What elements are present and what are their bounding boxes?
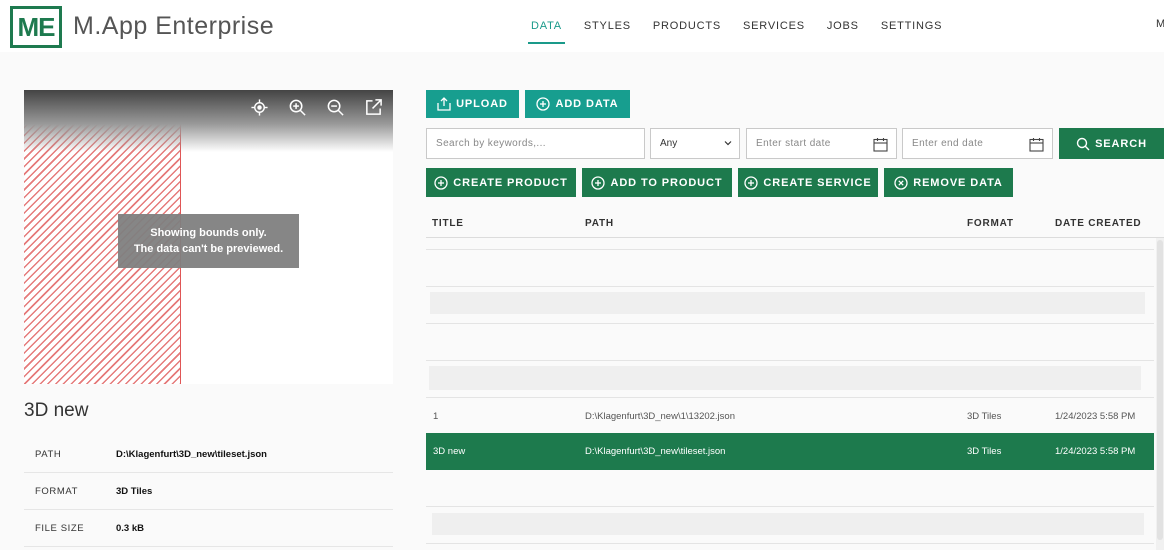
table-row[interactable] [426, 361, 1154, 398]
chevron-down-icon [724, 141, 732, 146]
app-window: ME M.App Enterprise DATA STYLES PRODUCTS… [0, 0, 1164, 550]
map-tools [250, 98, 383, 117]
create-product-button[interactable]: CREATE PRODUCT [426, 168, 576, 197]
user-menu[interactable]: M [1156, 18, 1164, 30]
detail-title: 3D new [24, 400, 89, 421]
cell-path: D:\Klagenfurt\3D_new\1\13202.json [585, 411, 735, 422]
loading-placeholder [432, 513, 1144, 535]
create-product-label: CREATE PRODUCT [453, 176, 568, 189]
cell-format: 3D Tiles [967, 411, 1002, 422]
search-label: SEARCH [1095, 137, 1147, 150]
detail-row-path: PATH D:\Klagenfurt\3D_new\tileset.json [24, 436, 393, 473]
detail-table: PATH D:\Klagenfurt\3D_new\tileset.json F… [24, 436, 393, 547]
end-date-field [902, 128, 1053, 159]
detail-key: FILE SIZE [35, 522, 85, 534]
column-date-created[interactable]: DATE CREATED [1055, 218, 1141, 229]
upload-label: UPLOAD [456, 98, 508, 110]
detail-row-format: FORMAT 3D Tiles [24, 473, 393, 510]
search-input[interactable] [436, 138, 644, 149]
calendar-icon[interactable] [1029, 137, 1044, 152]
logo: ME [10, 6, 62, 48]
nav-services[interactable]: SERVICES [732, 0, 816, 52]
table-row-selected[interactable]: 3D new D:\Klagenfurt\3D_new\tileset.json… [426, 433, 1154, 470]
plus-circle-icon [536, 97, 551, 111]
add-data-label: ADD DATA [555, 98, 619, 110]
loading-placeholder [430, 292, 1145, 314]
preview-message-line2: The data can't be previewed. [133, 243, 284, 255]
cell-date: 1/24/2023 5:58 PM [1055, 411, 1136, 422]
cell-format: 3D Tiles [967, 446, 1002, 457]
remove-data-label: REMOVE DATA [913, 176, 1003, 189]
table-row[interactable] [426, 238, 1154, 250]
column-format[interactable]: FORMAT [967, 218, 1014, 229]
search-button[interactable]: SEARCH [1059, 128, 1164, 159]
table-header: TITLE PATH FORMAT DATE CREATED [426, 210, 1164, 238]
app-name: M.App Enterprise [73, 12, 275, 40]
add-data-button[interactable]: ADD DATA [525, 90, 630, 118]
table-scrollbar-thumb[interactable] [1157, 240, 1163, 540]
cell-date: 1/24/2023 5:58 PM [1055, 446, 1136, 457]
zoom-in-icon[interactable] [288, 98, 307, 117]
create-service-label: CREATE SERVICE [763, 176, 872, 189]
top-header: ME M.App Enterprise DATA STYLES PRODUCTS… [0, 0, 1164, 52]
search-icon [1076, 137, 1090, 150]
detail-value: 3D Tiles [116, 485, 153, 497]
detail-key: PATH [35, 448, 62, 460]
table-row[interactable] [426, 287, 1154, 324]
add-to-product-button[interactable]: ADD TO PRODUCT [582, 168, 732, 197]
nav-settings[interactable]: SETTINGS [870, 0, 953, 52]
detail-value: 0.3 kB [116, 522, 144, 534]
type-select-value: Any [660, 138, 678, 149]
zoom-out-icon[interactable] [326, 98, 345, 117]
column-title[interactable]: TITLE [432, 218, 464, 229]
start-date-field [746, 128, 897, 159]
upload-button[interactable]: UPLOAD [426, 90, 519, 118]
table-row[interactable] [426, 324, 1154, 361]
detail-value: D:\Klagenfurt\3D_new\tileset.json [116, 448, 267, 460]
table-row[interactable] [426, 507, 1154, 544]
cell-title: 1 [433, 411, 439, 422]
open-external-icon[interactable] [364, 98, 383, 117]
create-service-button[interactable]: CREATE SERVICE [738, 168, 878, 197]
detail-row-file-size: FILE SIZE 0.3 kB [24, 510, 393, 547]
column-path[interactable]: PATH [585, 218, 614, 229]
search-field [426, 128, 645, 159]
table-row[interactable]: 1 D:\Klagenfurt\3D_new\1\13202.json 3D T… [426, 398, 1154, 435]
remove-circle-icon [894, 175, 908, 190]
nav-styles[interactable]: STYLES [573, 0, 642, 52]
cell-title: 3D new [433, 446, 466, 457]
locate-icon[interactable] [250, 98, 269, 117]
table-row[interactable] [426, 250, 1154, 287]
map-preview[interactable]: Showing bounds only. The data can't be p… [24, 90, 393, 384]
nav-jobs[interactable]: JOBS [816, 0, 870, 52]
preview-message: Showing bounds only. The data can't be p… [118, 214, 299, 268]
detail-key: FORMAT [35, 485, 79, 497]
table-row[interactable] [426, 470, 1154, 507]
preview-message-line1: Showing bounds only. [150, 227, 267, 239]
plus-circle-icon [434, 175, 448, 190]
type-select[interactable]: Any [650, 128, 740, 159]
nav-products[interactable]: PRODUCTS [642, 0, 732, 52]
calendar-icon[interactable] [873, 137, 888, 152]
cell-path: D:\Klagenfurt\3D_new\tileset.json [585, 446, 726, 457]
remove-data-button[interactable]: REMOVE DATA [884, 168, 1013, 197]
upload-icon [437, 97, 451, 111]
nav-data[interactable]: DATA [520, 0, 573, 52]
add-to-product-label: ADD TO PRODUCT [610, 176, 723, 189]
plus-circle-icon [744, 175, 759, 190]
loading-placeholder [429, 366, 1141, 390]
main-nav: DATA STYLES PRODUCTS SERVICES JOBS SETTI… [520, 0, 953, 52]
plus-circle-icon [591, 175, 606, 190]
